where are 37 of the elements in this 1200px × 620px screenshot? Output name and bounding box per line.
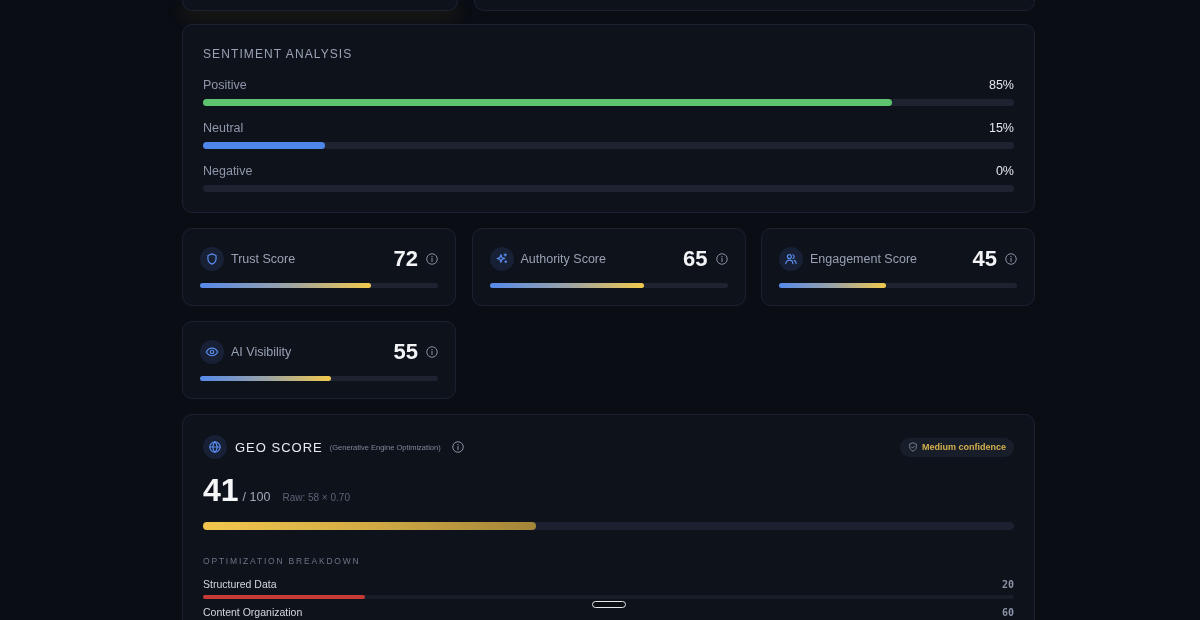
eye-icon [200,340,224,364]
info-icon[interactable] [426,346,438,358]
score-label: Engagement Score [810,252,918,266]
sentiment-label: Neutral [203,120,244,136]
sentiment-percent: 0% [995,163,1014,179]
users-icon [779,247,803,271]
score-value: 55 [393,339,418,365]
score-value: 72 [393,246,418,272]
sentiment-percent: 15% [988,120,1014,136]
breakdown-title: OPTIMIZATION BREAKDOWN [203,556,361,567]
score-value: 45 [972,246,997,272]
geo-score-max: / 100 [242,490,271,504]
geo-score-title: GEO SCORE [235,439,323,455]
confidence-text: Medium confidence [922,442,1006,452]
drag-handle[interactable] [592,601,626,608]
shield-check-icon [908,442,918,452]
score-value: 65 [683,246,708,272]
score-label: Trust Score [231,252,297,266]
sentiment-label: Negative [203,163,253,179]
sparkle-icon [489,247,514,271]
sentiment-label: Positive [203,77,247,93]
score-label: AI Visibility [231,345,293,359]
info-icon[interactable] [1005,253,1017,265]
breakdown-label: Content Organization [203,606,303,619]
geo-score-value: 41 [203,473,239,507]
info-icon[interactable] [426,253,438,265]
sentiment-percent: 85% [988,77,1014,93]
score-label: Authority Score [520,252,607,266]
info-icon[interactable] [451,441,464,453]
globe-icon [203,435,227,459]
shield-icon [200,247,224,271]
breakdown-value: 20 [1001,578,1014,591]
raw-score-formula: Raw: 58 × 0.70 [282,492,350,503]
info-icon[interactable] [715,253,728,265]
breakdown-value: 60 [1001,606,1014,619]
breakdown-label: Structured Data [203,578,277,591]
section-title: SENTIMENT ANALYSIS [203,46,353,62]
